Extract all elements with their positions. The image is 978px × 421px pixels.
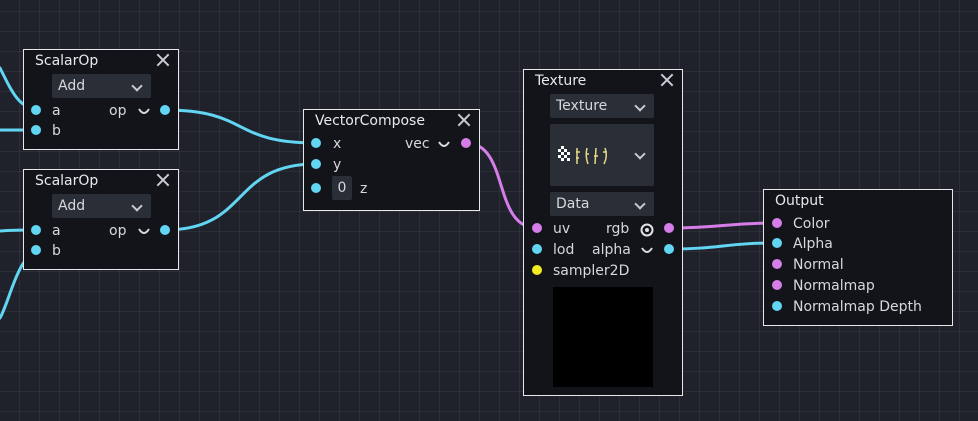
port-out-rgb[interactable] <box>664 223 674 233</box>
chevron-down-icon <box>131 80 143 92</box>
port-in-x[interactable] <box>311 138 321 148</box>
z-value: 0 <box>337 180 347 196</box>
expand-icon[interactable] <box>138 228 150 236</box>
vectorcompose-node[interactable]: VectorCompose x y 0 z vec <box>303 109 480 211</box>
output-label-alpha: alpha <box>592 242 631 258</box>
node-title: Texture <box>535 73 587 89</box>
port-in-alpha[interactable] <box>772 238 782 248</box>
input-label-normal: Normal <box>793 257 844 273</box>
input-label-y: y <box>333 157 342 173</box>
chevron-down-icon <box>634 100 646 112</box>
close-icon[interactable] <box>660 73 674 87</box>
input-label-a: a <box>52 103 61 119</box>
port-in-sampler2d[interactable] <box>532 265 542 275</box>
input-label-uv: uv <box>553 221 571 237</box>
node-title: VectorCompose <box>315 113 425 129</box>
port-in-normalmap-depth[interactable] <box>772 301 782 311</box>
output-label-op: op <box>109 223 127 239</box>
texture-type-value: Data <box>556 196 590 212</box>
close-icon[interactable] <box>156 173 170 187</box>
output-label-rgb: rgb <box>606 221 630 237</box>
op-select[interactable]: Add <box>52 74 151 98</box>
port-in-b[interactable] <box>31 125 41 135</box>
port-in-a[interactable] <box>31 105 41 115</box>
texture-source-select[interactable]: Texture <box>550 94 654 118</box>
expand-icon[interactable] <box>438 141 450 149</box>
input-label-alpha: Alpha <box>793 236 833 252</box>
input-label-normalmap: Normalmap <box>793 278 875 294</box>
texture-picker-button[interactable] <box>550 124 654 186</box>
node-title: ScalarOp <box>35 53 99 69</box>
input-label-x: x <box>333 136 342 152</box>
texture-type-select[interactable]: Data <box>550 192 654 216</box>
node-title: Output <box>775 193 824 209</box>
port-in-y[interactable] <box>311 159 321 169</box>
port-in-b[interactable] <box>31 245 41 255</box>
wire-texture-rgb-to-output-color <box>667 221 779 230</box>
z-value-input[interactable]: 0 <box>332 176 352 200</box>
port-in-z[interactable] <box>311 183 321 193</box>
wire-scalarop-bottom-to-vectorcompose-y <box>163 162 318 232</box>
wire-texture-alpha-to-output-alpha <box>667 241 779 251</box>
texture-node[interactable]: Texture Texture Data uv lod sampler2D rg… <box>523 69 683 396</box>
close-icon[interactable] <box>457 113 471 127</box>
input-label-lod: lod <box>553 242 575 258</box>
expand-icon[interactable] <box>138 108 150 116</box>
input-label-b: b <box>52 123 61 139</box>
chevron-down-icon <box>131 200 143 212</box>
scalarop-node-bottom[interactable]: ScalarOp Add a b op <box>23 169 179 270</box>
input-label-sampler2d: sampler2D <box>553 263 630 279</box>
port-in-color[interactable] <box>772 218 782 228</box>
texture-thumbnail-icon <box>558 146 622 172</box>
port-out-op[interactable] <box>160 225 170 235</box>
input-label-a: a <box>52 223 61 239</box>
output-node[interactable]: Output Color Alpha Normal Normalmap Norm… <box>763 189 953 326</box>
shader-graph-canvas[interactable]: ScalarOp Add a b op ScalarOp Add a b op <box>0 0 978 421</box>
input-label-z: z <box>360 181 368 197</box>
port-in-normal[interactable] <box>772 259 782 269</box>
port-in-normalmap[interactable] <box>772 280 782 290</box>
eye-icon[interactable] <box>640 222 654 237</box>
texture-preview <box>553 287 653 387</box>
op-select[interactable]: Add <box>52 194 151 218</box>
chevron-down-icon <box>634 148 646 160</box>
texture-source-value: Texture <box>556 98 608 114</box>
port-in-lod[interactable] <box>532 244 542 254</box>
scalarop-node-top[interactable]: ScalarOp Add a b op <box>23 49 179 150</box>
port-out-op[interactable] <box>160 105 170 115</box>
port-in-uv[interactable] <box>532 223 542 233</box>
expand-icon[interactable] <box>641 247 653 255</box>
input-label-color: Color <box>793 216 830 232</box>
op-select-value: Add <box>58 78 86 94</box>
port-out-alpha[interactable] <box>664 244 674 254</box>
chevron-down-icon <box>634 198 646 210</box>
close-icon[interactable] <box>156 53 170 67</box>
op-select-value: Add <box>58 198 86 214</box>
input-label-b: b <box>52 243 61 259</box>
port-out-vec[interactable] <box>461 138 471 148</box>
output-label-op: op <box>109 103 127 119</box>
wire-scalarop-top-to-vectorcompose-x <box>163 108 318 145</box>
output-label-vec: vec <box>405 136 430 152</box>
port-in-a[interactable] <box>31 225 41 235</box>
node-title: ScalarOp <box>35 173 99 189</box>
input-label-normalmap-depth: Normalmap Depth <box>793 299 922 315</box>
